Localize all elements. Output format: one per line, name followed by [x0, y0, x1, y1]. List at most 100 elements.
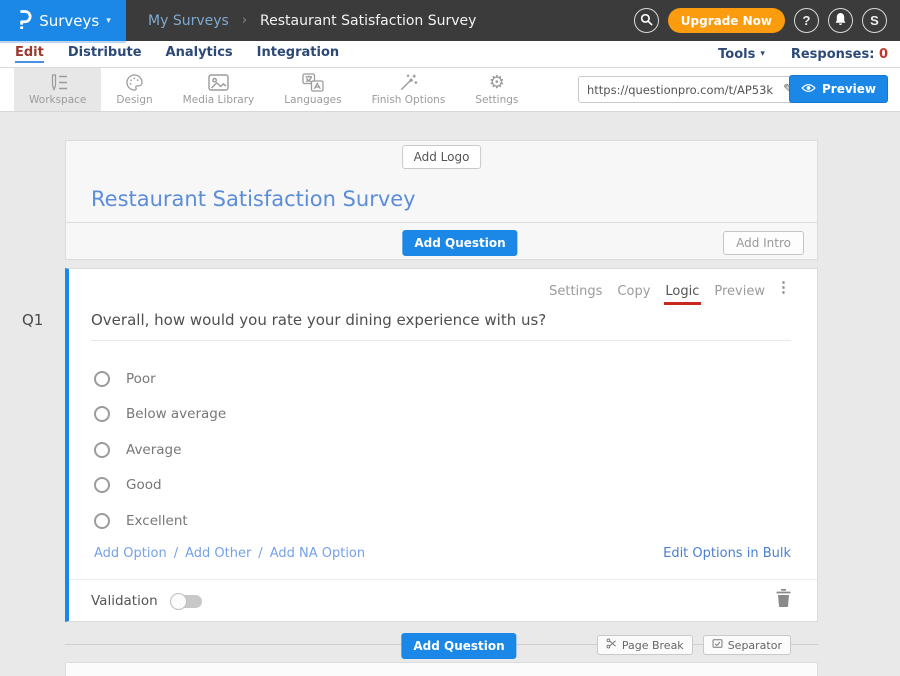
delete-question-button[interactable] [776, 589, 791, 610]
responses-count: 0 [879, 47, 888, 62]
top-header: Surveys ▾ My Surveys › Restaurant Satisf… [0, 0, 900, 41]
toolbar-item-settings[interactable]: ⚙ Settings [460, 68, 533, 111]
tools-menu[interactable]: Tools ▾ [718, 47, 765, 62]
answer-option-average[interactable]: Average [94, 432, 791, 468]
toolbar-item-finish-options[interactable]: Finish Options [357, 68, 461, 111]
eye-icon [801, 82, 816, 96]
magic-wand-icon [399, 73, 418, 92]
toolbar-item-languages[interactable]: Languages [269, 68, 356, 111]
question-preview-link[interactable]: Preview [714, 284, 765, 299]
question-copy-link[interactable]: Copy [617, 284, 650, 299]
question-menu: Settings Copy Logic Preview [549, 284, 765, 299]
breadcrumb-current-survey: Restaurant Satisfaction Survey [260, 13, 476, 29]
separator-label: Separator [728, 639, 782, 652]
survey-header-card: Add Logo Restaurant Satisfaction Survey [65, 140, 818, 222]
main-nav: Edit Distribute Analytics Integration To… [0, 41, 900, 68]
add-question-row-top: Add Question Add Intro [65, 222, 818, 260]
validation-label: Validation [91, 593, 158, 609]
product-switcher[interactable]: Surveys ▾ [0, 0, 126, 41]
edit-options-in-bulk-link[interactable]: Edit Options in Bulk [663, 546, 791, 561]
question-text[interactable]: Overall, how would you rate your dining … [91, 311, 546, 329]
translate-icon [302, 73, 324, 92]
add-question-row-bottom: Add Question Page Break [65, 630, 818, 660]
add-other-link[interactable]: Add Other [185, 546, 251, 561]
responses-label: Responses: [791, 47, 875, 62]
toolbar-item-workspace[interactable]: Workspace [14, 68, 101, 111]
survey-title[interactable]: Restaurant Satisfaction Survey [91, 187, 416, 211]
question-text-underline [91, 340, 791, 341]
question-settings-link[interactable]: Settings [549, 284, 602, 299]
question-number-label: Q1 [22, 311, 43, 329]
insert-controls: Page Break Separator [597, 635, 791, 655]
radio-icon[interactable] [94, 513, 110, 529]
toolbar-item-media-library[interactable]: Media Library [168, 68, 270, 111]
tab-integration[interactable]: Integration [257, 45, 339, 63]
chevron-down-icon: ▾ [106, 16, 111, 26]
gear-icon: ⚙ [489, 73, 505, 92]
nav-right: Tools ▾ Responses: 0 [718, 47, 900, 62]
validation-toggle[interactable] [172, 595, 202, 608]
tools-label: Tools [718, 47, 755, 62]
palette-icon [125, 73, 144, 92]
radio-icon[interactable] [94, 442, 110, 458]
add-logo-button[interactable]: Add Logo [402, 145, 482, 169]
checkbox-icon [712, 638, 723, 652]
add-option-link[interactable]: Add Option [94, 546, 167, 561]
responses-counter[interactable]: Responses: 0 [791, 47, 888, 62]
page-break-label: Page Break [622, 639, 684, 652]
chevron-down-icon: ▾ [760, 49, 765, 59]
answer-option-excellent[interactable]: Excellent [94, 503, 791, 539]
link-separator: / [258, 546, 262, 561]
search-icon [640, 13, 653, 29]
toolbar-item-design[interactable]: Design [101, 68, 167, 111]
answer-options-list: Poor Below average Average Good Excellen… [94, 361, 791, 539]
validation-row: Validation [91, 593, 202, 609]
page-break-button[interactable]: Page Break [597, 635, 693, 655]
card-divider [69, 579, 817, 580]
breadcrumb-separator-icon: › [242, 13, 247, 28]
breadcrumb: My Surveys › Restaurant Satisfaction Sur… [148, 13, 476, 29]
option-action-links: Add Option / Add Other / Add NA Option [94, 546, 365, 561]
question-more-options-icon[interactable]: ⋮ [776, 280, 791, 295]
separator-button[interactable]: Separator [703, 635, 791, 655]
radio-icon[interactable] [94, 371, 110, 387]
add-question-button-top[interactable]: Add Question [402, 230, 517, 256]
survey-workspace: Q1 Add Logo Restaurant Satisfaction Surv… [0, 112, 900, 676]
avatar[interactable]: S [862, 8, 887, 33]
upgrade-now-button[interactable]: Upgrade Now [668, 8, 785, 33]
logic-annotation-underline [664, 302, 701, 305]
survey-url-input[interactable] [578, 76, 800, 103]
trash-icon [776, 595, 791, 610]
link-separator: / [174, 546, 178, 561]
add-na-option-link[interactable]: Add NA Option [270, 546, 365, 561]
question-card-q1: Settings Copy Logic Preview ⋮ Overall, h… [65, 268, 818, 622]
next-section-card [65, 662, 818, 676]
questionpro-survey-editor: Surveys ▾ My Surveys › Restaurant Satisf… [0, 0, 900, 676]
workspace-icon [48, 73, 68, 92]
question-logic-link[interactable]: Logic [665, 284, 699, 299]
answer-option-good[interactable]: Good [94, 468, 791, 504]
toggle-knob [170, 593, 187, 610]
tab-analytics[interactable]: Analytics [166, 45, 233, 63]
editor-toolbar: Workspace Design [0, 68, 900, 112]
help-button[interactable]: ? [794, 8, 819, 33]
radio-icon[interactable] [94, 477, 110, 493]
scissors-icon [606, 638, 617, 652]
questionpro-logo-icon [15, 8, 32, 34]
header-actions: Upgrade Now ? S [634, 8, 900, 33]
add-intro-button[interactable]: Add Intro [723, 231, 804, 255]
add-question-button-bottom[interactable]: Add Question [401, 633, 516, 659]
preview-button[interactable]: Preview [789, 75, 888, 103]
answer-option-poor[interactable]: Poor [94, 361, 791, 397]
tab-distribute[interactable]: Distribute [68, 45, 142, 63]
notifications-button[interactable] [828, 8, 853, 33]
bell-icon [834, 12, 847, 29]
search-button[interactable] [634, 8, 659, 33]
answer-option-below-average[interactable]: Below average [94, 397, 791, 433]
tab-edit[interactable]: Edit [15, 45, 44, 63]
image-icon [208, 73, 229, 92]
nav-tabs: Edit Distribute Analytics Integration [0, 45, 339, 63]
radio-icon[interactable] [94, 406, 110, 422]
breadcrumb-my-surveys[interactable]: My Surveys [148, 13, 229, 29]
survey-url-field: ✎ [578, 76, 800, 103]
